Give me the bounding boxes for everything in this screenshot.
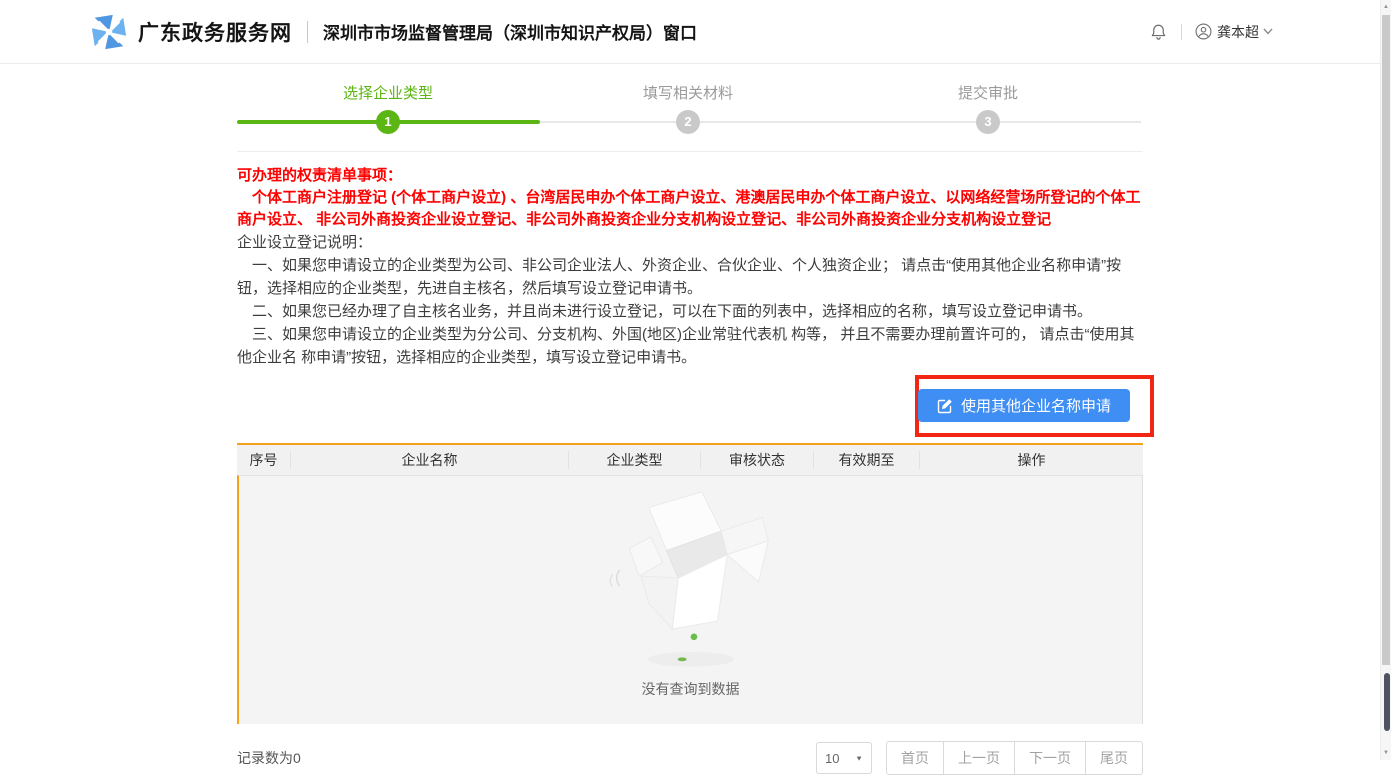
edit-icon xyxy=(937,398,953,414)
notice-body: 个体工商户注册登记 (个体工商户设立) 、台湾居民申办个体工商户设立、港澳居民申… xyxy=(237,187,1143,231)
pagination: 10 ▼ 首页 上一页 下一页 尾页 xyxy=(816,741,1143,775)
inner-scrollbar-thumb[interactable] xyxy=(1384,673,1390,731)
gdzwfw-logo-icon xyxy=(90,13,128,51)
use-other-company-name-button[interactable]: 使用其他企业名称申请 xyxy=(918,389,1130,422)
scrollbar-thumb[interactable] xyxy=(1382,15,1390,665)
step-3-submit-approval: 提交审批 3 xyxy=(878,63,1098,103)
user-menu[interactable]: 龚本超 xyxy=(1195,22,1273,42)
step-2-fill-materials: 填写相关材料 2 xyxy=(578,63,798,103)
select-arrow-icon: ▼ xyxy=(855,754,863,762)
step-label: 填写相关材料 xyxy=(578,82,798,103)
apply-button-row: 使用其他企业名称申请 xyxy=(237,373,1143,443)
apply-button-label: 使用其他企业名称申请 xyxy=(961,395,1111,416)
instruction-paragraph-3: 三、如果您申请设立的企业类型为分公司、分支机构、外国(地区)企业常驻代表机 构等… xyxy=(237,323,1143,369)
step-circle: 1 xyxy=(376,110,400,134)
company-name-table: 序号 企业名称 企业类型 审核状态 有效期至 操作 xyxy=(237,443,1143,724)
header-actions-divider xyxy=(1181,24,1182,40)
notice-title: 可办理的权责清单事项： xyxy=(237,165,1143,187)
content-section: 可办理的权责清单事项： 个体工商户注册登记 (个体工商户设立) 、台湾居民申办个… xyxy=(237,151,1143,775)
step-circle: 3 xyxy=(976,110,1000,134)
col-header-seq: 序号 xyxy=(237,451,291,469)
table-empty-state: 没有查询到数据 xyxy=(237,475,1143,724)
step-1-select-company-type: 选择企业类型 1 xyxy=(278,63,498,103)
scrollbar-down-arrow-icon[interactable]: ▼ xyxy=(1381,746,1391,760)
top-header: 广东政务服务网 深圳市市场监督管理局（深圳市知识产权局）窗口 龚本超 xyxy=(0,0,1381,64)
instruction-paragraph-1: 一、如果您申请设立的企业类型为公司、非公司企业法人、外资企业、合伙企业、个人独资… xyxy=(237,254,1143,300)
last-page-button[interactable]: 尾页 xyxy=(1085,742,1142,774)
col-header-review-status: 审核状态 xyxy=(701,451,814,469)
user-name: 龚本超 xyxy=(1217,22,1259,42)
user-avatar-icon xyxy=(1195,23,1212,40)
col-header-company-type: 企业类型 xyxy=(569,451,701,469)
col-header-valid-until: 有效期至 xyxy=(814,451,920,469)
step-label: 选择企业类型 xyxy=(278,82,498,103)
notification-bell-icon[interactable] xyxy=(1149,22,1168,42)
browser-scrollbar[interactable]: ▲ ▼ xyxy=(1380,0,1391,760)
col-header-actions: 操作 xyxy=(920,451,1143,469)
table-header-row: 序号 企业名称 企业类型 审核状态 有效期至 操作 xyxy=(237,445,1143,475)
empty-state-text: 没有查询到数据 xyxy=(239,679,1142,699)
step-wizard: 选择企业类型 1 填写相关材料 2 提交审批 3 xyxy=(237,63,1143,151)
page-size-value: 10 xyxy=(825,751,839,766)
table-footer: 记录数为0 10 ▼ 首页 上一页 下一页 尾页 xyxy=(237,741,1143,775)
first-page-button[interactable]: 首页 xyxy=(887,742,943,774)
page-size-select[interactable]: 10 ▼ xyxy=(816,742,872,774)
scrollbar-up-arrow-icon[interactable]: ▲ xyxy=(1381,0,1391,14)
pagination-button-group: 首页 上一页 下一页 尾页 xyxy=(886,741,1143,775)
next-page-button[interactable]: 下一页 xyxy=(1014,742,1085,774)
instructions-title: 企业设立登记说明： xyxy=(237,231,1143,254)
empty-box-illustration xyxy=(239,488,1142,679)
header-brand: 广东政务服务网 深圳市市场监督管理局（深圳市知识产权局）窗口 xyxy=(90,13,697,51)
step-circle: 2 xyxy=(676,110,700,134)
instruction-paragraph-2: 二、如果您已经办理了自主核名业务，并且尚未进行设立登记，可以在下面的列表中，选择… xyxy=(237,300,1143,323)
record-count: 记录数为0 xyxy=(237,748,301,768)
chevron-down-icon xyxy=(1263,28,1273,35)
main-content: 选择企业类型 1 填写相关材料 2 提交审批 3 可办理的权责清单事项： 个体工… xyxy=(237,63,1143,775)
window-title: 深圳市市场监督管理局（深圳市知识产权局）窗口 xyxy=(323,19,697,44)
header-divider xyxy=(307,21,308,43)
header-actions: 龚本超 xyxy=(1149,0,1273,63)
step-label: 提交审批 xyxy=(878,82,1098,103)
col-header-company-name: 企业名称 xyxy=(291,451,569,469)
prev-page-button[interactable]: 上一页 xyxy=(943,742,1014,774)
site-name: 广东政务服务网 xyxy=(138,17,292,47)
